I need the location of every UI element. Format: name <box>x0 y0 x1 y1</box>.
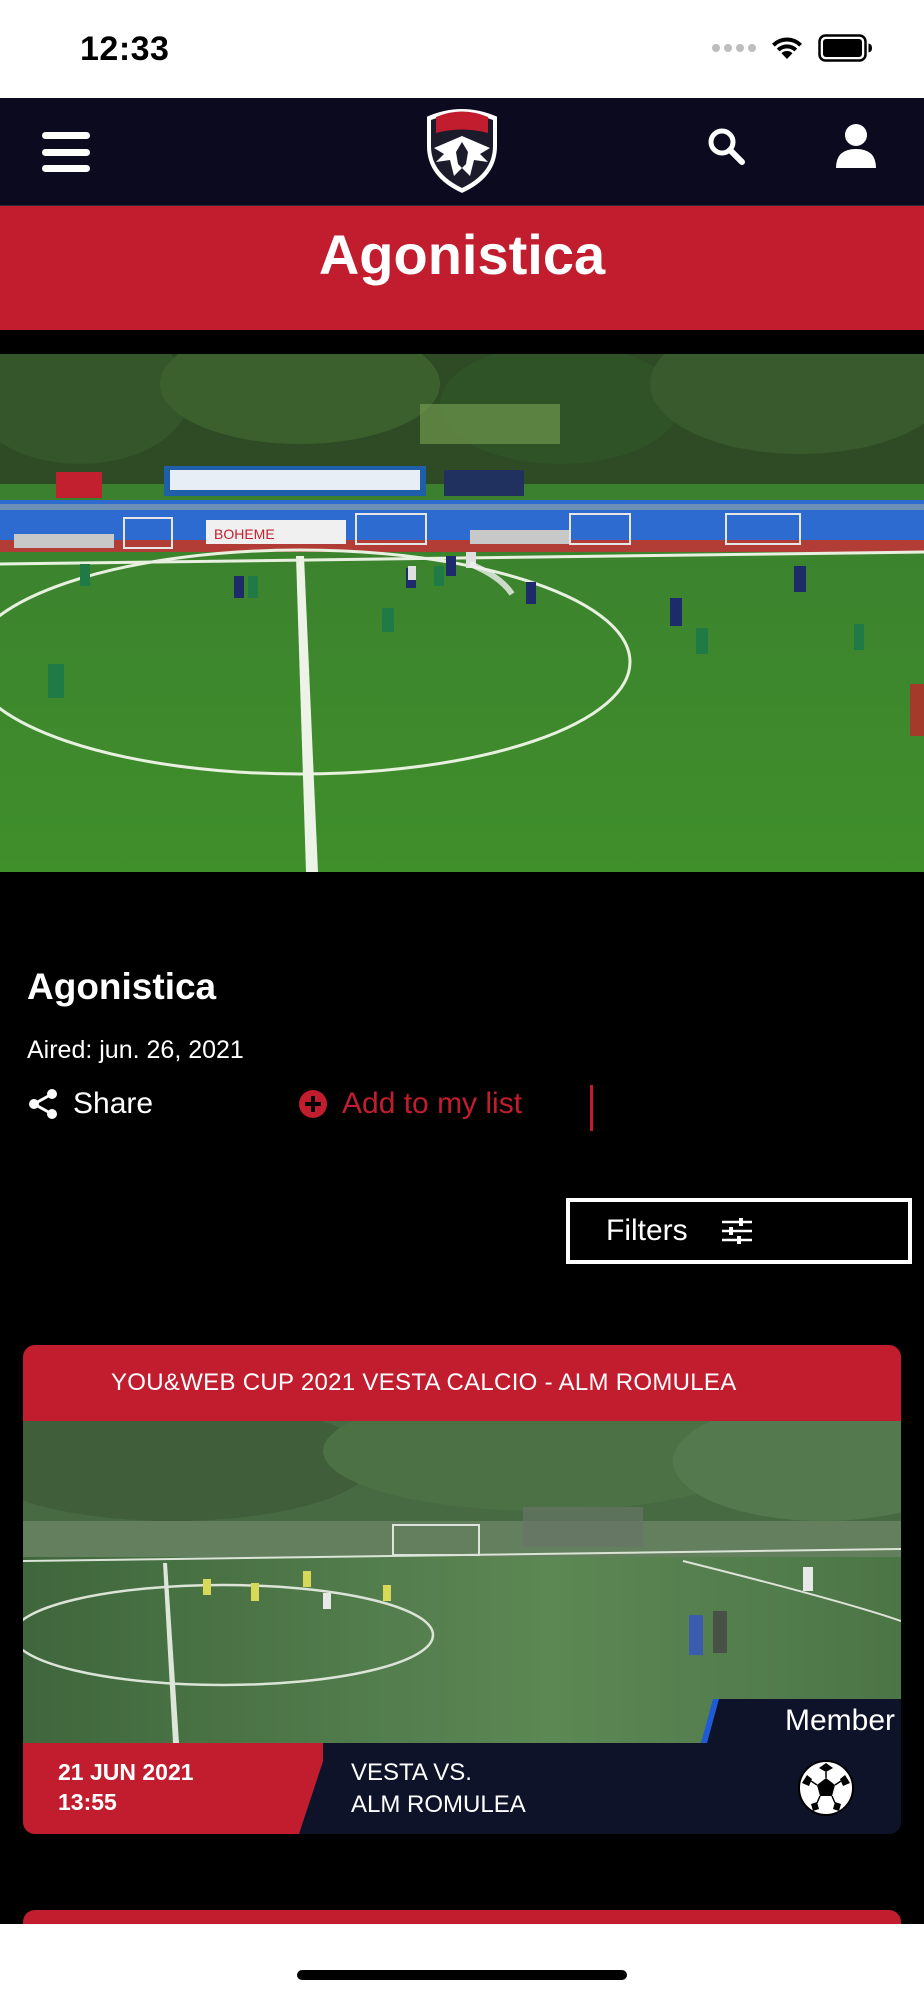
hamburger-menu-icon[interactable] <box>42 132 90 172</box>
add-to-list-button[interactable]: Add to my list <box>298 1087 522 1121</box>
plus-circle-icon <box>299 1090 327 1118</box>
match-time: 13:55 <box>58 1789 117 1815</box>
member-label: Member <box>784 1704 895 1737</box>
video-frame[interactable]: BOHEME <box>0 354 924 872</box>
soccer-ball-icon <box>798 1760 854 1816</box>
action-divider <box>590 1085 593 1131</box>
home-indicator[interactable] <box>297 1970 627 1980</box>
search-icon[interactable] <box>704 124 748 168</box>
card-header: YOU&WEB CUP 2021 VESTA CALCIO - ALM ROMU… <box>23 1345 901 1421</box>
wifi-icon <box>772 37 802 59</box>
match-card[interactable]: YOU&WEB CUP 2021 VESTA CALCIO - ALM ROMU… <box>23 1345 901 1834</box>
video-title: Agonistica <box>27 966 217 1007</box>
share-label: Share <box>73 1087 154 1120</box>
signal-icon <box>712 44 756 52</box>
user-icon[interactable] <box>834 122 878 170</box>
club-logo[interactable] <box>414 102 510 198</box>
share-icon <box>29 1089 57 1119</box>
match-title-line2: ALM ROMULEA <box>351 1791 526 1818</box>
match-title-line1: VESTA VS. <box>351 1759 472 1786</box>
video-player[interactable]: BOHEME <box>0 354 924 872</box>
page-title-band: Agonistica <box>0 206 924 330</box>
card-footer: 21 JUN 2021 13:55 VESTA VS. ALM ROMULEA <box>23 1743 901 1834</box>
filters-label: Filters <box>606 1214 688 1247</box>
status-icons <box>712 34 874 62</box>
top-nav-bar <box>0 98 924 206</box>
card-header-title: YOU&WEB CUP 2021 VESTA CALCIO - ALM ROMU… <box>111 1369 737 1396</box>
page-title: Agonistica <box>318 223 606 286</box>
add-to-list-label: Add to my list <box>342 1087 523 1120</box>
svg-text:BOHEME: BOHEME <box>214 526 275 542</box>
member-badge: Member <box>701 1699 901 1743</box>
sliders-icon <box>721 1218 752 1244</box>
filters-button[interactable]: Filters <box>566 1198 912 1264</box>
card-thumbnail[interactable] <box>23 1421 901 1743</box>
status-bar: 12:33 <box>0 0 924 98</box>
share-button[interactable]: Share <box>27 1087 153 1121</box>
home-indicator-area <box>0 1924 924 2000</box>
match-date: 21 JUN 2021 <box>58 1759 194 1785</box>
battery-icon <box>818 34 872 62</box>
match-datetime: 21 JUN 2021 13:55 <box>23 1743 323 1834</box>
status-time: 12:33 <box>80 30 170 68</box>
aired-date: Aired: jun. 26, 2021 <box>27 1036 244 1064</box>
